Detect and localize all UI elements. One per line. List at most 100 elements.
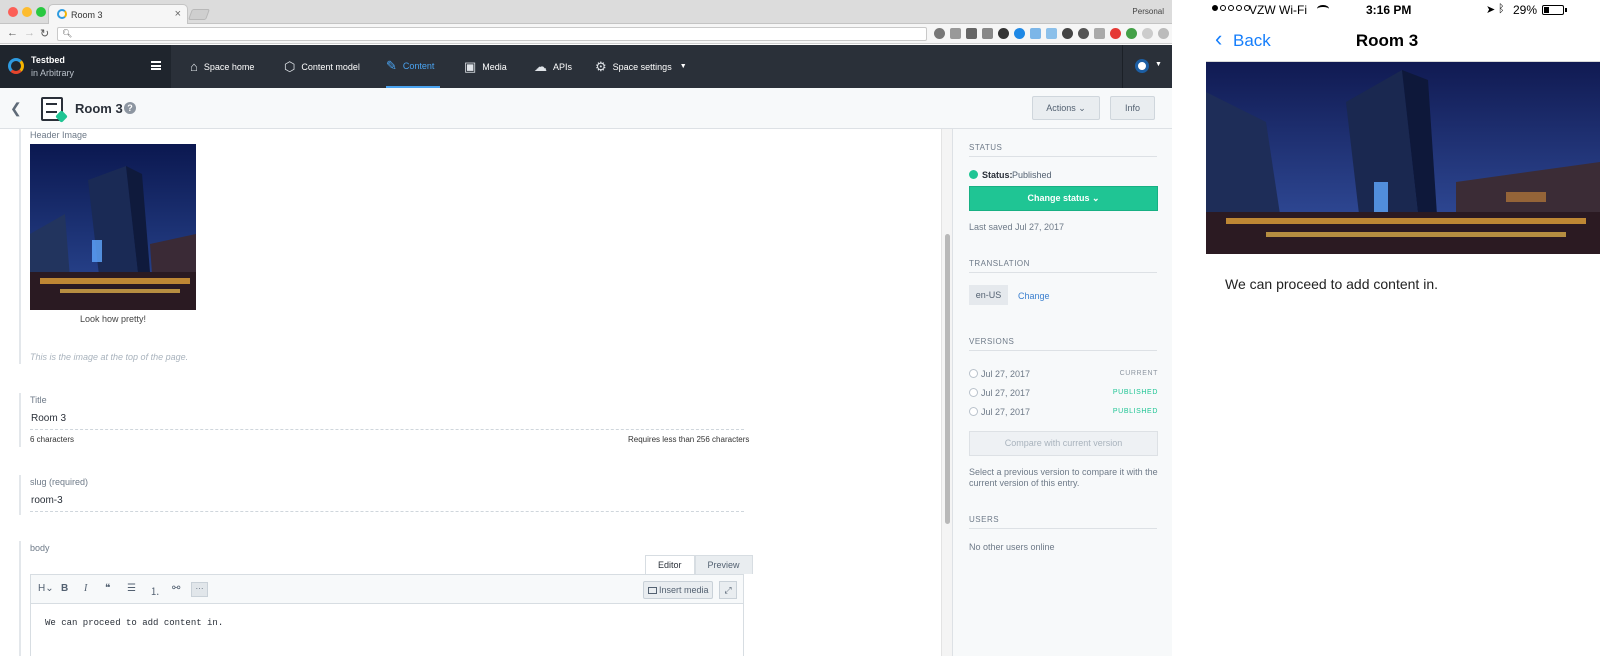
menu-icon[interactable] xyxy=(151,61,161,70)
extension-icon[interactable] xyxy=(1014,28,1025,39)
version-radio[interactable] xyxy=(969,407,978,416)
nav-label: Media xyxy=(482,61,507,72)
extension-icon[interactable] xyxy=(966,28,977,39)
nav-space-settings[interactable]: ⚙ Space settings ▼ xyxy=(595,45,687,88)
tab-close-icon[interactable]: × xyxy=(175,8,181,20)
editor-scrollbar[interactable] xyxy=(941,129,952,656)
extension-icon[interactable] xyxy=(1030,28,1041,39)
header-image-caption: Look how pretty! xyxy=(79,314,147,324)
versions-heading: VERSIONS xyxy=(969,337,1157,351)
body-textarea[interactable]: We can proceed to add content in. xyxy=(30,604,744,656)
heading-button[interactable]: H⌄ xyxy=(38,583,54,594)
browser-reload-icon[interactable]: ↻ xyxy=(40,27,49,40)
quote-button[interactable]: ❝ xyxy=(105,583,110,594)
italic-button[interactable]: I xyxy=(84,583,87,594)
contentful-favicon-icon xyxy=(57,9,67,19)
extension-icon[interactable] xyxy=(982,28,993,39)
entry-toolbar: ❮ Room 3 ? Actions ⌄ Info xyxy=(0,88,1172,129)
scrollbar-thumb[interactable] xyxy=(945,234,950,524)
signal-dot xyxy=(1228,5,1234,11)
chevron-down-icon: ▼ xyxy=(1155,61,1162,68)
locale-badge: en-US xyxy=(969,285,1008,305)
extension-icon[interactable] xyxy=(1094,28,1105,39)
extension-icon[interactable] xyxy=(934,28,945,39)
change-status-button[interactable]: Change status ⌄ xyxy=(969,186,1158,211)
extension-icon[interactable] xyxy=(1062,28,1073,39)
space-selector[interactable]: Testbed in Arbitrary xyxy=(0,45,171,88)
users-heading: USERS xyxy=(969,515,1157,529)
link-button[interactable]: ⚯ xyxy=(172,583,180,594)
nav-media[interactable]: ▣ Media xyxy=(464,45,507,88)
bullet-list-button[interactable]: ☰ xyxy=(127,583,136,594)
extension-icon[interactable] xyxy=(1142,28,1153,39)
browser-back-icon[interactable]: ← xyxy=(7,27,18,39)
browser-tab[interactable]: Room 3 × xyxy=(48,4,188,24)
address-bar[interactable]: 🔍︎ xyxy=(57,27,927,41)
entry-sidebar: STATUS Status: Published Change status ⌄… xyxy=(952,129,1172,656)
extension-icon[interactable] xyxy=(1078,28,1089,39)
header-image-thumbnail[interactable] xyxy=(30,144,196,310)
status-label: Status: xyxy=(982,170,1013,180)
numbered-list-button[interactable]: ⒈ xyxy=(150,583,160,598)
insert-media-button[interactable]: Insert media xyxy=(643,581,713,599)
maximize-window-button[interactable] xyxy=(36,7,46,17)
back-chevron-icon[interactable]: ❮ xyxy=(10,100,22,117)
image-icon xyxy=(648,587,657,594)
version-tag: PUBLISHED xyxy=(1112,408,1158,415)
ios-navigation-bar: ‹ Back Room 3 xyxy=(1206,22,1600,62)
version-tag: PUBLISHED xyxy=(1112,389,1158,396)
version-radio[interactable] xyxy=(969,388,978,397)
version-radio[interactable] xyxy=(969,369,978,378)
version-row[interactable]: Jul 27, 2017 PUBLISHED xyxy=(969,387,1158,401)
body-label: body xyxy=(30,543,50,553)
actions-button[interactable]: Actions ⌄ xyxy=(1032,96,1100,120)
title-input[interactable]: Room 3 xyxy=(30,408,744,430)
minimize-window-button[interactable] xyxy=(22,7,32,17)
city-building-image xyxy=(1206,62,1600,254)
tab-editor[interactable]: Editor xyxy=(645,555,695,574)
slug-input[interactable]: room-3 xyxy=(30,490,744,512)
close-window-button[interactable] xyxy=(8,7,18,17)
nav-content-model[interactable]: ⬡ Content model xyxy=(284,45,360,88)
extension-icon[interactable] xyxy=(1110,28,1121,39)
version-row[interactable]: Jul 27, 2017 PUBLISHED xyxy=(969,406,1158,420)
contentful-logo-icon xyxy=(8,58,24,74)
editor-tabs: Editor Preview xyxy=(645,555,753,574)
bold-button[interactable]: B xyxy=(61,583,68,594)
browser-profile[interactable]: Personal xyxy=(1132,7,1164,16)
compare-version-button[interactable]: Compare with current version xyxy=(969,431,1158,456)
extension-icon[interactable] xyxy=(998,28,1009,39)
tab-preview[interactable]: Preview xyxy=(694,555,753,574)
browser-forward-icon[interactable]: → xyxy=(24,27,35,39)
version-row[interactable]: Jul 27, 2017 CURRENT xyxy=(969,368,1158,382)
title-label: Title xyxy=(30,395,47,405)
location-arrow-icon: ➤ xyxy=(1486,4,1496,16)
extension-icon[interactable] xyxy=(1046,28,1057,39)
user-menu[interactable]: ▼ xyxy=(1122,45,1172,88)
insert-media-label: Insert media xyxy=(659,585,709,595)
nav-apis[interactable]: ☁ APIs xyxy=(534,45,572,88)
home-icon: ⌂ xyxy=(190,59,198,74)
extension-icon[interactable] xyxy=(1158,28,1169,39)
space-name: Testbed xyxy=(31,55,65,65)
new-tab-button[interactable] xyxy=(187,9,211,20)
extension-icons: ⋮ xyxy=(934,28,1172,40)
page-title: Room 3 xyxy=(75,101,123,116)
markdown-toolbar: H⌄ B I ❝ ☰ ⒈ ⚯ ··· Insert media ⤢ xyxy=(30,574,744,604)
nav-content[interactable]: ✎ Content xyxy=(386,45,440,88)
media-icon: ▣ xyxy=(464,58,477,74)
extension-icon[interactable] xyxy=(950,28,961,39)
gear-icon: ⚙ xyxy=(595,58,607,74)
fullscreen-button[interactable]: ⤢ xyxy=(719,581,737,599)
ios-status-bar: VZW Wi-Fi 3:16 PM ➤ ᛒ 29% xyxy=(1206,0,1600,22)
extension-icon[interactable] xyxy=(1126,28,1137,39)
nav-space-home[interactable]: ⌂ Space home xyxy=(190,45,254,88)
info-button[interactable]: Info xyxy=(1110,96,1155,120)
header-image-label: Header Image xyxy=(30,130,88,140)
nav-label: Content xyxy=(402,60,435,71)
change-locale-link[interactable]: Change xyxy=(1018,291,1050,301)
cloud-icon: ☁ xyxy=(534,58,547,74)
help-icon[interactable]: ? xyxy=(124,102,136,114)
compare-help-text: Select a previous version to compare it … xyxy=(969,467,1158,488)
more-options-button[interactable]: ··· xyxy=(191,582,208,597)
